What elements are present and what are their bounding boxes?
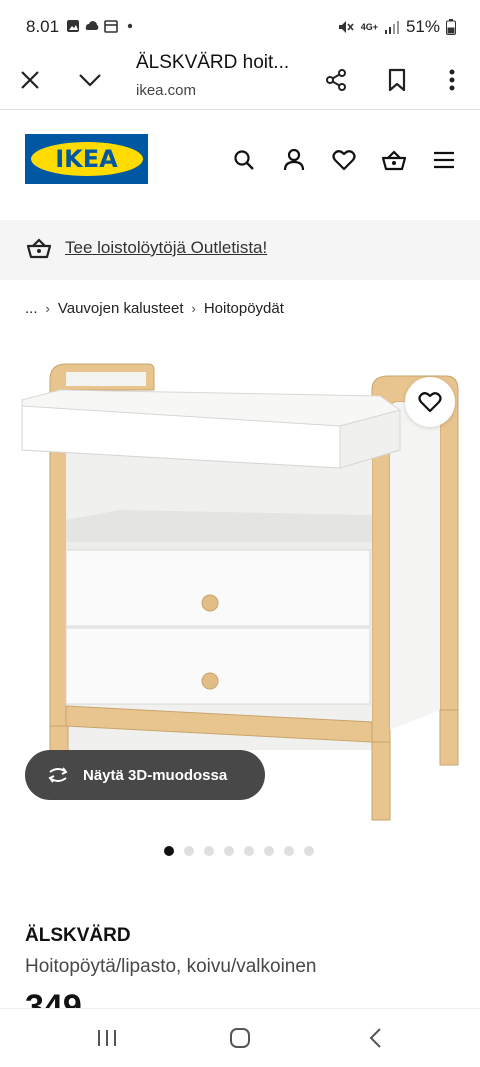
breadcrumb-ellipsis[interactable]: ... bbox=[25, 300, 38, 317]
status-bar: 8.01 4G+ 51% bbox=[0, 0, 480, 52]
basket-icon bbox=[381, 150, 407, 171]
close-tab-button[interactable] bbox=[10, 60, 50, 100]
bookmark-icon bbox=[388, 68, 406, 92]
recent-apps-button[interactable] bbox=[92, 1023, 122, 1053]
battery-icon bbox=[446, 19, 456, 35]
product-price: 349 bbox=[25, 990, 82, 1008]
view-3d-label: Näytä 3D-muodossa bbox=[83, 766, 228, 784]
bookmark-button[interactable] bbox=[377, 60, 417, 100]
breadcrumb: ... › Vauvojen kalusteet › Hoitopöydät bbox=[25, 300, 284, 317]
status-time: 8.01 bbox=[26, 17, 60, 36]
search-button[interactable] bbox=[230, 146, 258, 174]
heart-icon bbox=[332, 150, 356, 171]
system-nav-bar bbox=[0, 1008, 480, 1067]
site-header: IKEA bbox=[0, 110, 480, 220]
gallery-dot[interactable] bbox=[224, 846, 234, 856]
gallery-dot[interactable] bbox=[204, 846, 214, 856]
share-button[interactable] bbox=[316, 60, 356, 100]
cloud-icon bbox=[85, 21, 99, 30]
chevron-right-icon: › bbox=[45, 301, 50, 316]
minimize-button[interactable] bbox=[70, 60, 110, 100]
product-description: Hoitopöytä/lipasto, koivu/valkoinen bbox=[25, 956, 317, 977]
gallery-dot[interactable] bbox=[244, 846, 254, 856]
account-button[interactable] bbox=[280, 146, 308, 174]
heart-icon bbox=[418, 392, 442, 413]
gallery-dot[interactable] bbox=[304, 846, 314, 856]
gallery-dot[interactable] bbox=[284, 846, 294, 856]
favourites-button[interactable] bbox=[330, 146, 358, 174]
network-label: 4G+ bbox=[360, 22, 378, 32]
chevron-down-icon bbox=[79, 74, 101, 87]
close-icon bbox=[21, 71, 39, 89]
mute-icon bbox=[338, 21, 354, 33]
gallery-dot[interactable] bbox=[264, 846, 274, 856]
dot-icon bbox=[127, 23, 133, 29]
status-notification-icons bbox=[66, 19, 137, 33]
outlet-banner: Tee loistolöytöjä Outletista! bbox=[0, 220, 480, 280]
logo-text: IKEA bbox=[55, 145, 118, 173]
logo-oval: IKEA bbox=[30, 142, 143, 176]
page-title: ÄLSKVÄRD hoit... bbox=[136, 52, 290, 73]
basket-icon bbox=[26, 238, 52, 259]
browser-toolbar: ÄLSKVÄRD hoit... ikea.com bbox=[0, 52, 480, 110]
more-vertical-icon bbox=[449, 69, 455, 91]
page-url: ikea.com bbox=[136, 82, 197, 99]
product-gallery[interactable]: Näytä 3D-muodossa bbox=[0, 350, 480, 830]
gallery-pagination bbox=[164, 846, 314, 856]
outlet-link[interactable]: Tee loistolöytöjä Outletista! bbox=[65, 238, 267, 258]
header-actions bbox=[230, 146, 458, 174]
home-button[interactable] bbox=[225, 1023, 255, 1053]
product-name: ÄLSKVÄRD bbox=[25, 925, 131, 946]
search-icon bbox=[234, 150, 254, 170]
status-right-icons: 4G+ 51% bbox=[337, 17, 456, 37]
calendar-icon bbox=[104, 20, 118, 33]
gallery-dot-active[interactable] bbox=[164, 846, 174, 856]
menu-button[interactable] bbox=[430, 146, 458, 174]
back-button[interactable] bbox=[360, 1023, 390, 1053]
view-3d-button[interactable]: Näytä 3D-muodossa bbox=[25, 750, 265, 800]
chevron-right-icon: › bbox=[191, 301, 196, 316]
signal-icon bbox=[384, 21, 399, 34]
ikea-logo[interactable]: IKEA bbox=[25, 134, 148, 184]
cart-button[interactable] bbox=[380, 146, 408, 174]
back-icon bbox=[369, 1028, 381, 1048]
menu-icon bbox=[434, 151, 454, 169]
home-icon bbox=[230, 1028, 250, 1048]
breadcrumb-item[interactable]: Hoitopöydät bbox=[204, 300, 284, 317]
share-icon bbox=[326, 69, 346, 91]
image-icon bbox=[67, 20, 79, 32]
gallery-dot[interactable] bbox=[184, 846, 194, 856]
more-options-button[interactable] bbox=[432, 60, 472, 100]
breadcrumb-item[interactable]: Vauvojen kalusteet bbox=[58, 300, 184, 317]
user-icon bbox=[283, 148, 305, 171]
add-to-favourites-button[interactable] bbox=[405, 377, 455, 427]
recent-apps-icon bbox=[98, 1030, 116, 1046]
battery-label: 51% bbox=[405, 17, 440, 36]
rotate-3d-icon bbox=[48, 767, 68, 783]
